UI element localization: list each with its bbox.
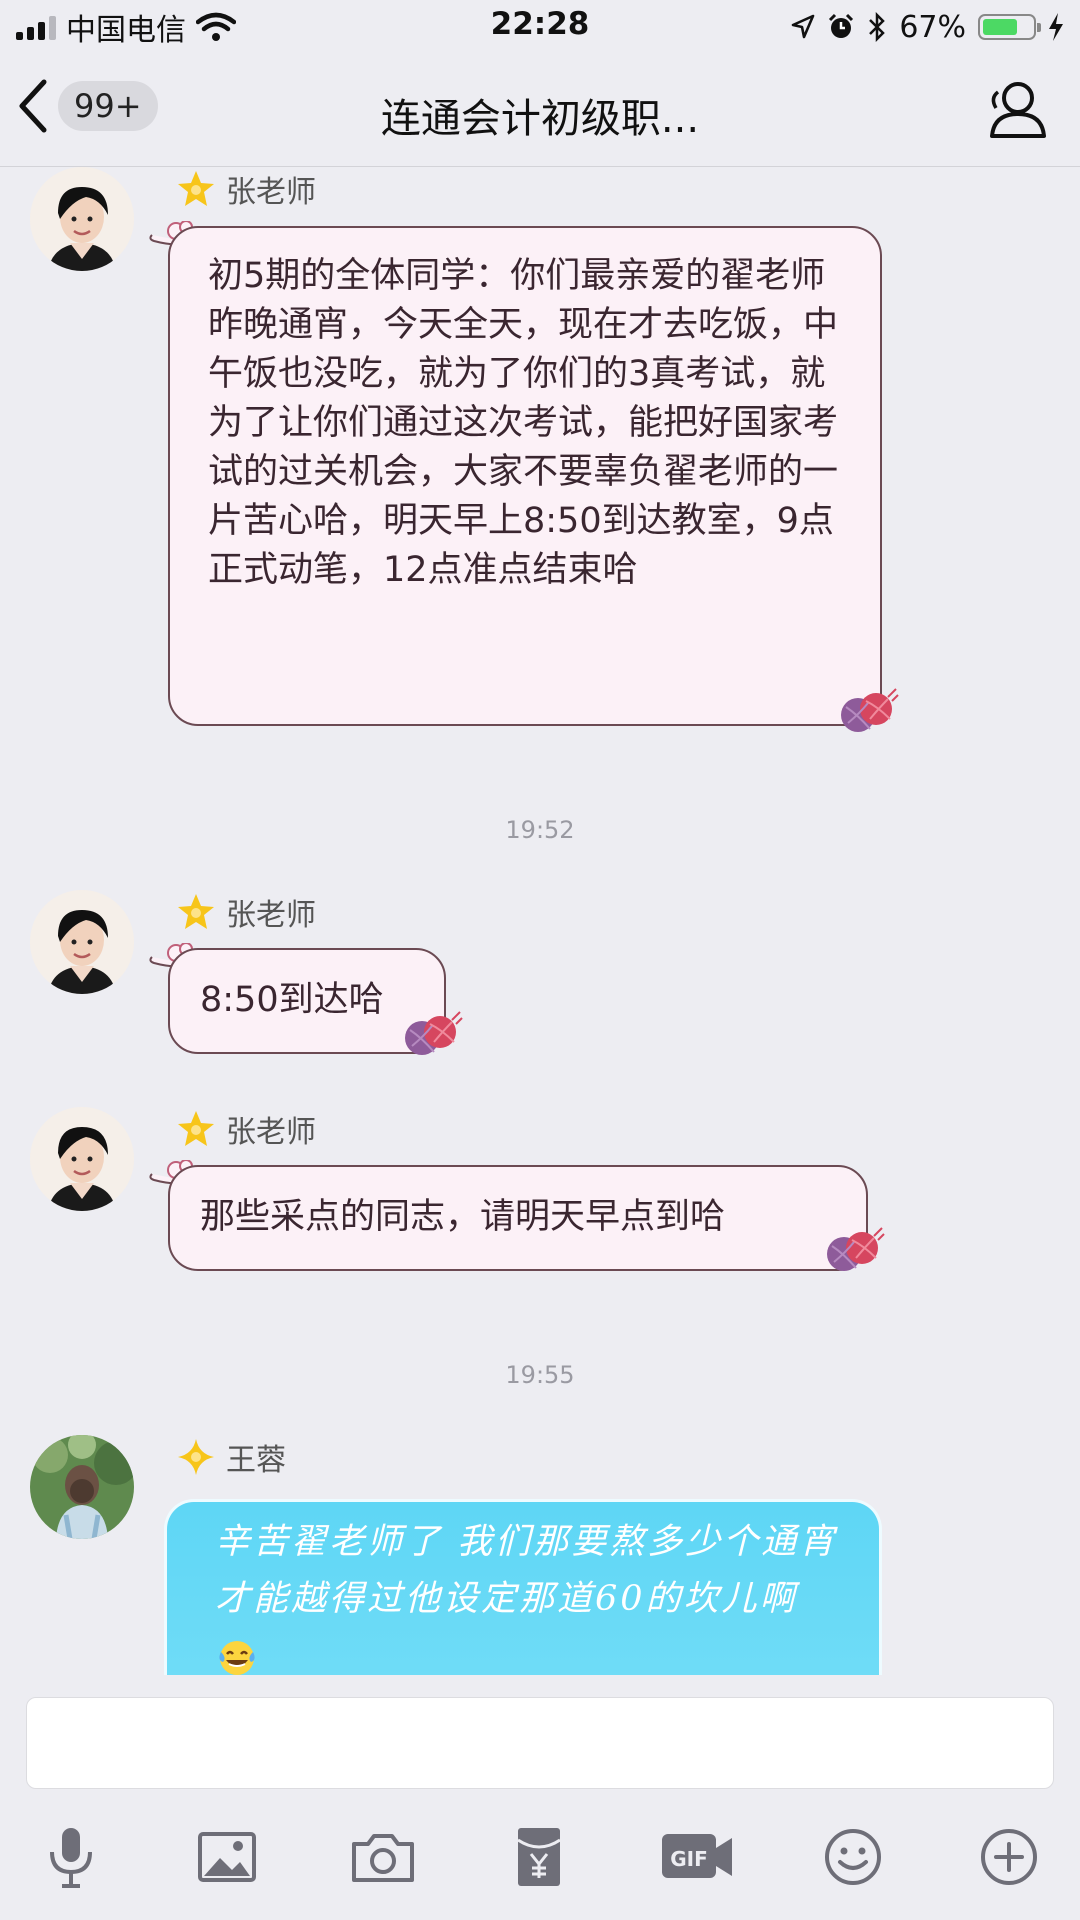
bluetooth-icon [869,12,886,42]
charging-icon [1049,13,1063,41]
message-input[interactable] [26,1697,1054,1789]
avatar[interactable] [30,1107,134,1211]
timestamp: 19:52 [505,816,575,844]
sender-name: 张老师 [226,898,316,933]
nav-bar: 99+ 连通会计初级职... [0,54,1080,167]
student-avatar-image [30,1435,134,1539]
input-toolbar: GIF [0,1820,1080,1900]
message-bubble[interactable]: 那些采点的同志，请明天早点到哈 [168,1165,868,1271]
sender-row: 张老师 [176,1107,316,1151]
star-badge-icon [178,1111,214,1146]
camera-icon[interactable] [348,1824,418,1890]
teacher-avatar-image [30,890,134,994]
image-icon[interactable] [192,1824,262,1890]
yarn-ball-icon [405,1011,463,1055]
plus-icon[interactable] [974,1824,1044,1890]
sender-row: 张老师 [176,890,316,934]
red-packet-icon[interactable] [504,1824,574,1890]
battery-percent: 67% [899,9,966,45]
avatar[interactable] [30,890,134,994]
message-text: 8:50到达哈 [200,980,384,1020]
chat-area[interactable]: 张老师 初5期的全体同学：你们最亲爱的翟老师昨晚通宵，今天全天，现在才去吃饭，中… [0,167,1080,1675]
message-bubble[interactable]: 辛苦翟老师了 我们那要熬多少个通宵才能越得过他设定那道60的坎儿啊 [164,1499,882,1675]
teacher-avatar-image [30,1107,134,1211]
location-icon [792,14,815,39]
sender-row: 张老师 [176,167,316,211]
gif-icon[interactable]: GIF [660,1824,734,1890]
message-bubble[interactable]: 初5期的全体同学：你们最亲爱的翟老师昨晚通宵，今天全天，现在才去吃饭，中午饭也没… [168,226,882,726]
message-text: 那些采点的同志，请明天早点到哈 [200,1197,726,1237]
microphone-icon[interactable] [36,1824,106,1890]
diamond-star-badge-icon [178,1439,214,1475]
sender-name: 张老师 [226,1115,316,1150]
star-badge-icon [178,894,214,929]
timestamp: 19:55 [505,1361,575,1389]
emoji-icon[interactable] [818,1824,888,1890]
tears-of-joy-emoji-icon [219,1640,255,1675]
avatar[interactable] [30,1435,134,1539]
teacher-avatar-image [30,167,134,271]
avatar[interactable] [30,167,134,271]
yarn-ball-icon [841,688,899,732]
alarm-icon [829,13,854,38]
message-text: 辛苦翟老师了 我们那要熬多少个通宵才能越得过他设定那道60的坎儿啊 [215,1522,838,1619]
status-right: 67% [791,6,1064,48]
sender-name: 王蓉 [226,1443,286,1478]
group-members-icon[interactable] [984,78,1050,140]
svg-text:GIF: GIF [670,1847,708,1871]
battery-icon [978,14,1041,40]
yarn-ball-icon [827,1227,885,1271]
message-text: 初5期的全体同学：你们最亲爱的翟老师昨晚通宵，今天全天，现在才去吃饭，中午饭也没… [208,256,839,590]
sender-name: 张老师 [226,175,316,210]
sender-row: 王蓉 [176,1435,286,1479]
status-bar: 中国电信 22:28 67% [0,0,1080,54]
star-badge-icon [178,171,214,206]
chat-title: 连通会计初级职... [380,96,700,142]
